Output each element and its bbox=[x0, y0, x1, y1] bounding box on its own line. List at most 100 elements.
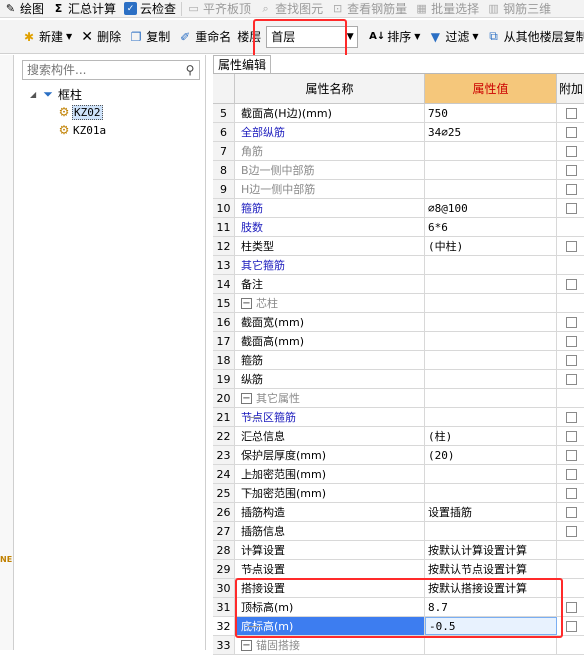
tab-property-edit[interactable]: 属性编辑 bbox=[213, 55, 271, 73]
property-value[interactable] bbox=[425, 484, 557, 502]
property-value[interactable]: 6*6 bbox=[425, 218, 557, 236]
attach-checkbox[interactable] bbox=[565, 145, 577, 157]
attach-checkbox[interactable] bbox=[565, 468, 577, 480]
table-row[interactable]: 14 备注 bbox=[213, 275, 584, 294]
property-value[interactable] bbox=[425, 389, 557, 407]
property-value[interactable] bbox=[425, 180, 557, 198]
copy-from-floor-button[interactable]: ⧉ 从其他楼层复制 bbox=[483, 25, 584, 49]
table-row[interactable]: 26 插筋构造 设置插筋 bbox=[213, 503, 584, 522]
attach-checkbox[interactable] bbox=[565, 183, 577, 195]
table-row[interactable]: 13 其它箍筋 bbox=[213, 256, 584, 275]
property-value[interactable] bbox=[425, 636, 557, 654]
search-input[interactable] bbox=[27, 63, 177, 77]
table-row[interactable]: 21 节点区箍筋 bbox=[213, 408, 584, 427]
attach-checkbox[interactable] bbox=[565, 411, 577, 423]
property-value[interactable] bbox=[425, 275, 557, 293]
attach-checkbox[interactable] bbox=[565, 373, 577, 385]
table-row[interactable]: 25 下加密范围(mm) bbox=[213, 484, 584, 503]
property-value[interactable]: 按默认搭接设置计算 bbox=[425, 579, 557, 597]
property-value[interactable] bbox=[425, 313, 557, 331]
property-value[interactable] bbox=[425, 522, 557, 540]
property-value[interactable]: 按默认节点设置计算 bbox=[425, 560, 557, 578]
tree-item[interactable]: ⚙ KZ02 bbox=[56, 103, 107, 121]
table-row[interactable]: 30 搭接设置 按默认搭接设置计算 bbox=[213, 579, 584, 598]
collapse-icon[interactable]: − bbox=[241, 639, 252, 651]
attach-checkbox[interactable] bbox=[565, 354, 577, 366]
new-button[interactable]: ✱ 新建 ▼ bbox=[0, 25, 76, 49]
collapse-triangle-icon[interactable]: ◢ bbox=[30, 90, 40, 99]
attach-checkbox[interactable] bbox=[565, 449, 577, 461]
table-row[interactable]: 10 箍筋 ⌀8@100 bbox=[213, 199, 584, 218]
tree-item[interactable]: ⚙ KZ01a bbox=[56, 121, 107, 139]
tree-root-frame-column[interactable]: ◢ ⏷ 框柱 bbox=[30, 85, 107, 103]
sort-button[interactable]: A↓ 排序 ▼ bbox=[366, 25, 424, 49]
table-row[interactable]: 12 柱类型 (中柱) bbox=[213, 237, 584, 256]
table-row[interactable]: 31 顶标高(m) 8.7 bbox=[213, 598, 584, 617]
search-icon[interactable]: ⚲ bbox=[181, 63, 199, 77]
attach-checkbox[interactable] bbox=[565, 126, 577, 138]
property-value[interactable]: 设置插筋 bbox=[425, 503, 557, 521]
property-value[interactable]: 34⌀25 bbox=[425, 123, 557, 141]
property-value[interactable]: ⌀8@100 bbox=[425, 199, 557, 217]
attach-checkbox[interactable] bbox=[565, 620, 577, 632]
property-value[interactable]: (柱) bbox=[425, 427, 557, 445]
attach-checkbox[interactable] bbox=[565, 164, 577, 176]
property-value[interactable] bbox=[425, 256, 557, 274]
property-value[interactable] bbox=[425, 465, 557, 483]
table-row[interactable]: 9 H边一侧中部筋 bbox=[213, 180, 584, 199]
attach-checkbox[interactable] bbox=[565, 202, 577, 214]
attach-checkbox[interactable] bbox=[565, 430, 577, 442]
table-row[interactable]: 29 节点设置 按默认节点设置计算 bbox=[213, 560, 584, 579]
delete-button[interactable]: ✕ 删除 bbox=[76, 25, 125, 49]
attach-checkbox[interactable] bbox=[565, 487, 577, 499]
table-row[interactable]: 22 汇总信息 (柱) bbox=[213, 427, 584, 446]
collapse-icon[interactable]: − bbox=[241, 392, 252, 404]
table-row[interactable]: 18 箍筋 bbox=[213, 351, 584, 370]
table-row[interactable]: 20− 其它属性 bbox=[213, 389, 584, 408]
table-row[interactable]: 6 全部纵筋 34⌀25 bbox=[213, 123, 584, 142]
attach-checkbox[interactable] bbox=[565, 601, 577, 613]
table-row[interactable]: 17 截面高(mm) bbox=[213, 332, 584, 351]
collapse-icon[interactable]: − bbox=[241, 297, 252, 309]
table-row[interactable]: 5 截面高(H边)(mm) 750 bbox=[213, 104, 584, 123]
table-row[interactable]: 7 角筋 bbox=[213, 142, 584, 161]
table-row[interactable]: 8 B边一侧中部筋 bbox=[213, 161, 584, 180]
rename-button[interactable]: ✐ 重命名 bbox=[174, 25, 235, 49]
rebar-3d-button[interactable]: ▥ 钢筋三维 bbox=[483, 0, 555, 17]
property-value[interactable]: 750 bbox=[425, 104, 557, 122]
table-row[interactable]: 16 截面宽(mm) bbox=[213, 313, 584, 332]
property-value[interactable]: (20) bbox=[425, 446, 557, 464]
cloud-check-button[interactable]: ✓ 云检查 bbox=[120, 0, 180, 17]
attach-checkbox[interactable] bbox=[565, 278, 577, 290]
property-value[interactable] bbox=[425, 294, 557, 312]
filter-button[interactable]: ▼ 过滤 ▼ bbox=[424, 25, 482, 49]
property-value[interactable] bbox=[425, 408, 557, 426]
table-row[interactable]: 27 插筋信息 bbox=[213, 522, 584, 541]
attach-checkbox[interactable] bbox=[565, 335, 577, 347]
copy-button[interactable]: ❐ 复制 bbox=[125, 25, 174, 49]
align-slab-top-button[interactable]: ▭ 平齐板顶 bbox=[183, 0, 255, 17]
property-value[interactable] bbox=[425, 142, 557, 160]
attach-checkbox[interactable] bbox=[565, 107, 577, 119]
table-row[interactable]: 28 计算设置 按默认计算设置计算 bbox=[213, 541, 584, 560]
attach-checkbox[interactable] bbox=[565, 316, 577, 328]
property-value[interactable] bbox=[425, 332, 557, 350]
table-row[interactable]: 11 肢数 6*6 bbox=[213, 218, 584, 237]
property-value[interactable]: 按默认计算设置计算 bbox=[425, 541, 557, 559]
property-value[interactable] bbox=[425, 351, 557, 369]
view-rebar-button[interactable]: ⊡ 查看钢筋量 bbox=[327, 0, 411, 17]
table-row[interactable]: 15− 芯柱 bbox=[213, 294, 584, 313]
table-row[interactable]: 23 保护层厚度(mm) (20) bbox=[213, 446, 584, 465]
batch-select-button[interactable]: ▦ 批量选择 bbox=[411, 0, 483, 17]
table-row[interactable]: 24 上加密范围(mm) bbox=[213, 465, 584, 484]
property-value[interactable]: (中柱) bbox=[425, 237, 557, 255]
table-row[interactable]: 32 底标高(m) -0.5 bbox=[213, 617, 584, 636]
property-value[interactable] bbox=[425, 370, 557, 388]
draw-button[interactable]: ✎ 绘图 bbox=[0, 0, 48, 17]
property-value[interactable]: -0.5 bbox=[425, 617, 557, 635]
table-row[interactable]: 19 纵筋 bbox=[213, 370, 584, 389]
attach-checkbox[interactable] bbox=[565, 525, 577, 537]
find-element-button[interactable]: ⌕ 查找图元 bbox=[255, 0, 327, 17]
floor-dropdown[interactable]: 首层 ▼ bbox=[266, 25, 359, 48]
attach-checkbox[interactable] bbox=[565, 506, 577, 518]
